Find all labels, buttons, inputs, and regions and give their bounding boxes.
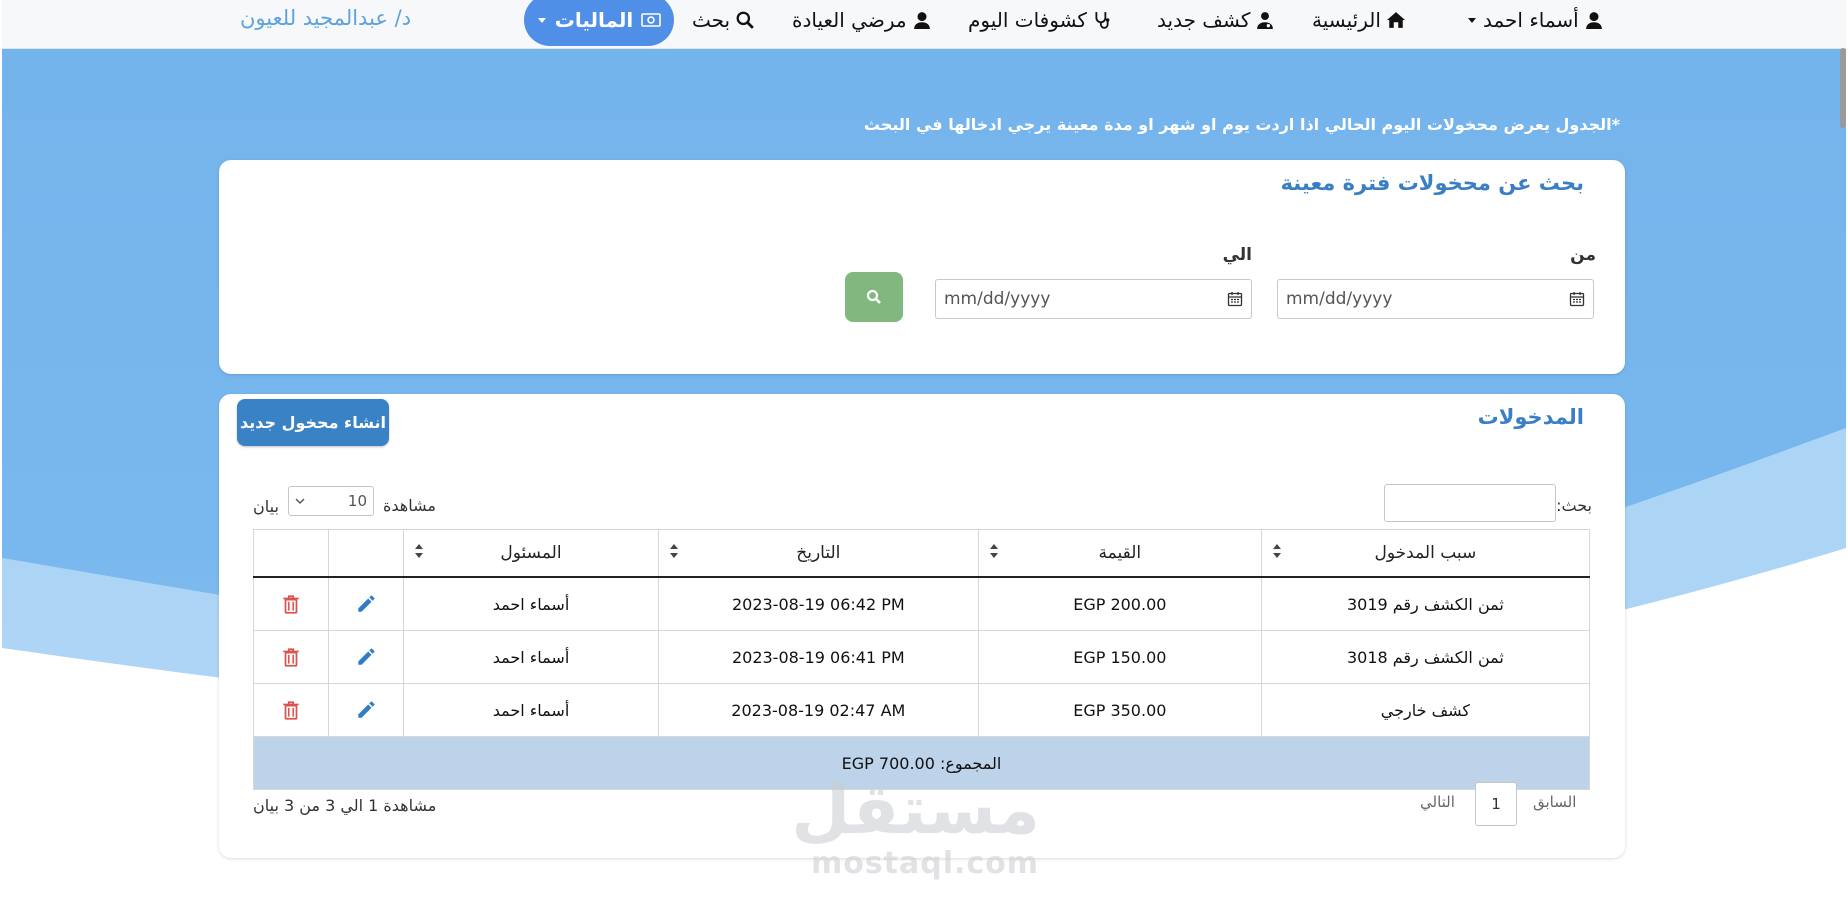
watermark-en: mostaql.com <box>810 846 1040 881</box>
col-reason[interactable]: سبب المدخول <box>1260 529 1591 578</box>
col-reason-label: سبب المدخول <box>1374 543 1477 563</box>
cell-reason: ثمن الكشف رقم 3019 <box>1260 576 1591 631</box>
from-date-input[interactable]: mm/dd/yyyy <box>1277 279 1594 319</box>
search-icon <box>866 289 881 304</box>
nav-home-label: الرئيسية <box>1312 8 1381 32</box>
cell-reason: كشف خارجي <box>1260 683 1591 737</box>
nav-clinic-patients[interactable]: مرضي العيادة <box>792 0 931 40</box>
stethoscope-icon <box>1095 12 1110 29</box>
cell-date: 2023-08-19 02:47 AM <box>657 683 979 737</box>
cell-value: EGP 200.00 <box>977 576 1262 631</box>
col-value-label: القيمة <box>1098 543 1142 563</box>
pencil-icon <box>358 595 375 612</box>
table-row: ثمن الكشف رقم 3019 EGP 200.00 2023-08-19… <box>252 576 1591 631</box>
col-date[interactable]: التاريخ <box>657 529 979 578</box>
cell-date: 2023-08-19 06:42 PM <box>657 576 979 631</box>
trash-icon <box>283 648 299 667</box>
from-label: من <box>1570 245 1596 265</box>
trash-icon <box>283 701 299 720</box>
nav-search-label: بحث <box>692 8 731 32</box>
prev-page-button[interactable]: السابق <box>1533 793 1576 811</box>
filter-label: بحث: <box>1556 496 1592 515</box>
delete-button[interactable] <box>252 630 330 684</box>
to-date-input[interactable]: mm/dd/yyyy <box>935 279 1252 319</box>
table-row: ثمن الكشف رقم 3018 EGP 150.00 2023-08-19… <box>252 630 1591 684</box>
to-date-placeholder: mm/dd/yyyy <box>944 289 1051 309</box>
col-edit <box>328 529 405 578</box>
cell-reason: ثمن الكشف رقم 3018 <box>1260 630 1591 684</box>
search-icon <box>736 11 754 29</box>
next-page-button[interactable]: التالي <box>1420 793 1455 811</box>
top-navbar: أسماء احمد الرئيسية كشف جديد كشوفات اليو… <box>2 0 1846 49</box>
from-date-placeholder: mm/dd/yyyy <box>1286 289 1393 309</box>
watermark-ar: مستقل <box>791 771 1040 850</box>
nav-finance-label: الماليات <box>554 8 634 32</box>
nav-today-exams[interactable]: كشوفات اليوم <box>968 0 1111 40</box>
edit-button[interactable] <box>328 576 405 631</box>
delete-button[interactable] <box>252 576 330 631</box>
info-note: *الجدول يعرض محخولات اليوم الحالي اذا ار… <box>863 115 1620 134</box>
page-1-button[interactable]: 1 <box>1475 782 1517 826</box>
sort-icon <box>1272 544 1281 558</box>
caret-down-icon <box>537 18 546 23</box>
edit-button[interactable] <box>328 683 405 737</box>
page-length-value: 10 <box>347 492 367 510</box>
watermark: مستقل mostaql.com <box>791 771 1040 882</box>
scrollbar[interactable] <box>1840 48 1846 128</box>
new-income-button[interactable]: انشاء محخول جديد <box>237 399 389 446</box>
col-date-label: التاريخ <box>796 543 841 563</box>
brand-title[interactable]: د/ عبدالمجيد للعيون <box>240 6 411 30</box>
user-icon <box>1585 12 1602 29</box>
period-search-title: بحث عن محخولات فترة معينة <box>1280 171 1584 195</box>
to-label: الي <box>1222 245 1252 265</box>
nav-search[interactable]: بحث <box>692 0 754 40</box>
cell-owner: أسماء احمد <box>403 683 659 737</box>
sort-icon <box>989 544 998 558</box>
cell-value: EGP 350.00 <box>977 683 1262 737</box>
nav-home[interactable]: الرئيسية <box>1312 0 1405 40</box>
income-table: سبب المدخول القيمة التاريخ المسئول ثمن ا… <box>252 529 1591 790</box>
col-owner-label: المسئول <box>500 543 562 563</box>
table-row: كشف خارجي EGP 350.00 2023-08-19 02:47 AM… <box>252 683 1591 737</box>
table-search-input[interactable] <box>1384 484 1556 522</box>
user-menu[interactable]: أسماء احمد <box>1467 0 1603 40</box>
delete-button[interactable] <box>252 683 330 737</box>
table-info: مشاهدة 1 الي 3 من 3 بيان <box>253 796 437 815</box>
money-icon <box>641 13 662 27</box>
col-value[interactable]: القيمة <box>977 529 1262 578</box>
show-label: مشاهدة <box>383 496 436 515</box>
user-icon <box>913 12 930 29</box>
cell-value: EGP 150.00 <box>977 630 1262 684</box>
cell-owner: أسماء احمد <box>403 630 659 684</box>
calendar-icon <box>1227 292 1243 307</box>
nav-new-exam-label: كشف جديد <box>1157 8 1251 32</box>
user-name: أسماء احمد <box>1483 8 1579 32</box>
col-owner[interactable]: المسئول <box>403 529 659 578</box>
pencil-icon <box>358 648 375 665</box>
calendar-icon <box>1569 292 1585 307</box>
period-search-button[interactable] <box>845 272 903 322</box>
cell-date: 2023-08-19 06:41 PM <box>657 630 979 684</box>
page-length-select[interactable]: 10 <box>288 486 374 516</box>
sort-icon <box>415 544 424 558</box>
nav-finance[interactable]: الماليات <box>524 0 674 46</box>
home-icon <box>1386 12 1405 28</box>
entries-label: بيان <box>253 497 279 516</box>
chevron-down-icon <box>295 498 305 504</box>
caret-down-icon <box>1468 18 1476 23</box>
cell-owner: أسماء احمد <box>403 576 659 631</box>
nav-new-exam[interactable]: كشف جديد <box>1157 0 1274 40</box>
pencil-icon <box>358 701 375 718</box>
doctor-icon <box>1257 12 1274 29</box>
trash-icon <box>283 595 299 614</box>
col-delete <box>252 529 330 578</box>
sort-icon <box>669 544 678 558</box>
income-title: المدخولات <box>1477 405 1584 429</box>
nav-today-exams-label: كشوفات اليوم <box>968 8 1087 32</box>
nav-clinic-patients-label: مرضي العيادة <box>792 8 907 32</box>
edit-button[interactable] <box>328 630 405 684</box>
